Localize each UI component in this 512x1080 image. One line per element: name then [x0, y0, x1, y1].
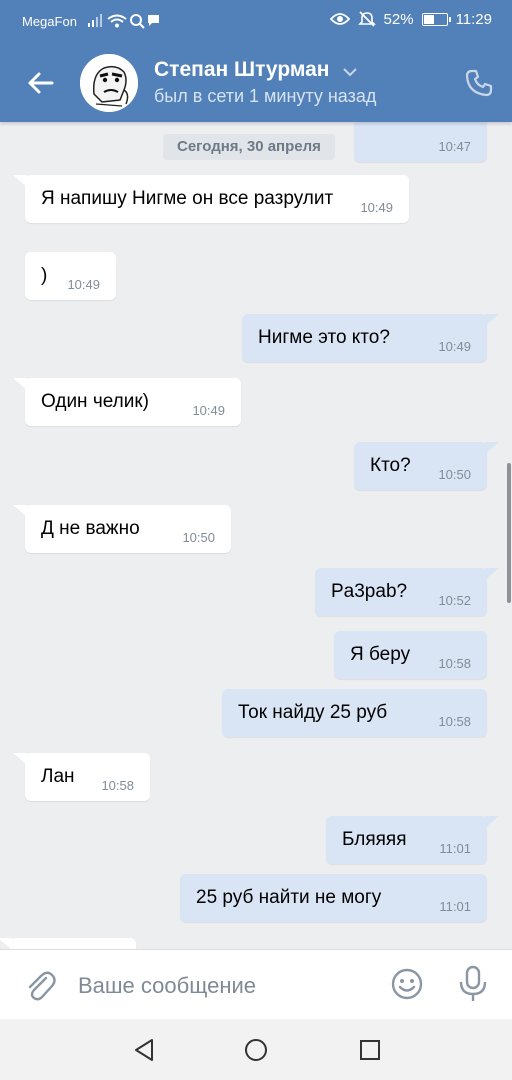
triangle-back-icon	[135, 1039, 153, 1061]
message-text: 25 руб найти не могу	[196, 887, 382, 908]
message-bubble-outgoing[interactable]: Кто? 10:50	[354, 442, 499, 490]
contact-online-status: был в сети 1 минуту назад	[154, 86, 377, 106]
message-text: Лан	[41, 766, 75, 787]
message-time: 10:50	[438, 467, 471, 482]
message-input[interactable]	[76, 965, 376, 1007]
meme-face-avatar-image	[80, 54, 138, 112]
chevron-down-icon[interactable]	[342, 64, 358, 82]
message-text: Я беру	[350, 644, 411, 665]
message-time: 10:49	[360, 200, 393, 215]
message-time: 10:58	[101, 778, 134, 793]
message-bubble-incoming[interactable]: Лан 10:58	[13, 753, 150, 801]
message-list[interactable]: 10:47 Сегодня, 30 апреля Я напишу Нигме …	[0, 122, 512, 949]
message-bubble-incoming[interactable]: Один челик) 10:49	[13, 378, 241, 426]
call-button[interactable]	[464, 68, 494, 98]
circle-home-icon	[245, 1039, 267, 1061]
message-bubble-incoming-partial[interactable]	[0, 938, 136, 949]
message-text: Ток найду 25 руб	[238, 702, 388, 723]
message-bubble-outgoing-partial[interactable]: 10:47	[354, 122, 487, 162]
voice-message-button[interactable]	[458, 965, 488, 1003]
chat-scrollbar[interactable]	[507, 463, 511, 603]
message-text: Pa3pab?	[331, 581, 408, 602]
message-bubble-outgoing[interactable]: 25 руб найти не могу 11:01	[180, 874, 487, 922]
system-navigation-bar	[0, 1019, 512, 1080]
avatar[interactable]	[80, 54, 138, 112]
arrow-left-icon	[28, 72, 54, 94]
message-bubble-outgoing[interactable]: Бляяяя 11:01	[326, 816, 499, 864]
message-time: 10:49	[438, 339, 471, 354]
emoji-button[interactable]	[390, 967, 424, 1001]
message-text: Бляяяя	[342, 829, 407, 850]
battery-percent: 52%	[383, 10, 414, 28]
message-text: Кто?	[370, 455, 411, 476]
phone-icon	[465, 69, 493, 97]
message-time: 10:50	[182, 530, 215, 545]
message-bubble-outgoing[interactable]: Ток найду 25 руб 10:58	[222, 689, 487, 737]
system-home-button[interactable]	[244, 1038, 268, 1062]
eye-icon	[329, 13, 350, 25]
message-time: 11:01	[439, 841, 471, 856]
message-time: 10:49	[192, 403, 225, 418]
signal-wifi-icons	[86, 13, 160, 34]
message-bubble-incoming[interactable]: Я напишу Нигме он все разрулит 10:49	[13, 175, 409, 223]
message-time: 11:01	[439, 899, 471, 914]
square-recent-icon	[360, 1040, 380, 1060]
message-bubble-incoming[interactable]: Д не важно 10:50	[13, 505, 231, 553]
message-time: 10:58	[438, 656, 471, 671]
message-text: )	[41, 265, 48, 286]
system-recents-button[interactable]	[358, 1038, 382, 1062]
smiley-icon	[391, 968, 423, 1000]
message-text: Один челик)	[41, 391, 150, 412]
message-bubble-incoming[interactable]: ) 10:49	[25, 252, 116, 300]
battery-icon	[421, 12, 451, 26]
attach-button[interactable]	[24, 968, 56, 1002]
contact-name[interactable]: Степан Штурман	[154, 58, 330, 82]
back-button[interactable]	[24, 66, 58, 100]
message-time: 10:47	[438, 139, 471, 154]
date-separator: Сегодня, 30 апреля	[163, 134, 335, 160]
carrier-label: MegaFon	[22, 14, 77, 29]
battery-fill	[423, 14, 434, 24]
microphone-icon	[459, 965, 487, 1001]
muted-icon	[357, 11, 376, 27]
message-bubble-outgoing[interactable]: Я беру 10:58	[334, 631, 487, 679]
message-text: Д не важно	[41, 518, 140, 539]
status-right-group: 52% 11:29	[329, 10, 492, 28]
message-time: 10:49	[67, 277, 100, 292]
paperclip-icon	[28, 971, 56, 1001]
message-bubble-outgoing[interactable]: Нигме это кто? 10:49	[242, 314, 499, 362]
message-composer	[0, 949, 512, 1020]
message-time: 10:52	[438, 593, 471, 608]
message-text: Нигме это кто?	[258, 327, 390, 348]
chat-header: Степан Штурман был в сети 1 минуту назад	[0, 44, 512, 122]
status-bar: MegaFon 52% 11:29	[0, 0, 512, 44]
message-bubble-outgoing[interactable]: Pa3pab? 10:52	[315, 568, 499, 616]
message-text: Я напишу Нигме он все разрулит	[41, 188, 334, 209]
clock: 11:29	[455, 10, 492, 28]
system-back-button[interactable]	[132, 1037, 156, 1063]
message-time: 10:58	[438, 714, 471, 729]
